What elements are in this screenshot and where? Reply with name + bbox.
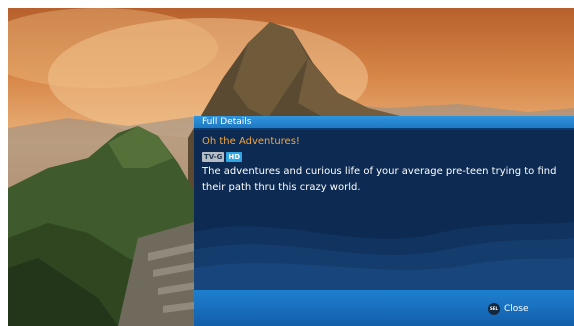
panel-footer: SEL Close (194, 290, 574, 326)
close-button[interactable]: SEL Close (488, 303, 529, 315)
program-title: Oh the Adventures! (202, 136, 300, 147)
rating-badge: TV-G (202, 152, 225, 162)
hd-badge: HD (226, 152, 243, 162)
full-details-panel: Full Details Oh the Adventures! TV-G HD … (194, 116, 574, 326)
sel-button-icon: SEL (488, 303, 500, 315)
program-description: The adventures and curious life of your … (202, 166, 557, 193)
panel-wave-decoration (194, 222, 574, 290)
close-label: Close (504, 304, 529, 314)
tv-guide-screen: Full Details Oh the Adventures! TV-G HD … (0, 0, 574, 326)
header-divider (194, 128, 574, 130)
panel-title: Full Details (202, 117, 252, 127)
panel-header: Full Details (194, 116, 574, 128)
program-badges: TV-G HD (202, 152, 243, 162)
